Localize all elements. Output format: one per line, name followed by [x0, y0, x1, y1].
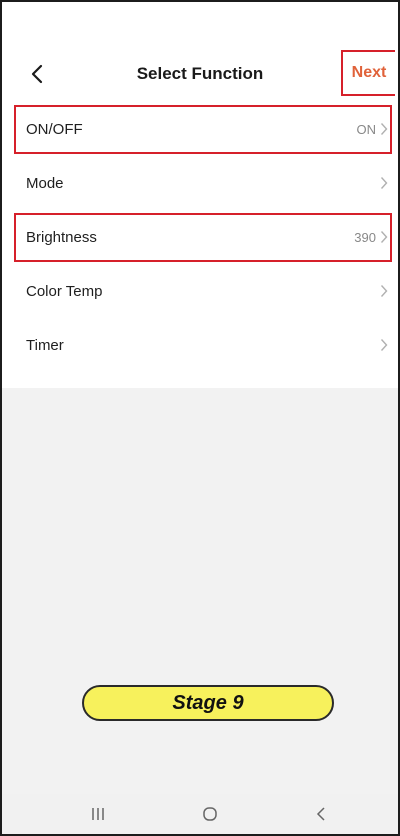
function-row-color-temp[interactable]: Color Temp: [2, 264, 398, 318]
function-label: Timer: [26, 336, 64, 354]
function-value: ON: [356, 121, 377, 137]
chevron-right-icon: [380, 177, 388, 189]
status-bar-area: [2, 2, 398, 46]
function-row-on-off[interactable]: ON/OFF ON: [2, 102, 398, 156]
chevron-right-icon: [380, 123, 388, 135]
function-label: ON/OFF: [26, 120, 83, 138]
next-button[interactable]: Next: [341, 50, 395, 96]
function-value: 390: [354, 229, 376, 245]
app-header: Select Function Next: [2, 46, 398, 102]
nav-back-button[interactable]: [301, 802, 341, 826]
back-icon: [316, 807, 325, 821]
list-bottom-padding: [2, 372, 398, 388]
chevron-right-icon: [380, 231, 388, 243]
chevron-right-icon: [380, 339, 388, 351]
function-row-brightness[interactable]: Brightness 390: [2, 210, 398, 264]
home-icon: [203, 807, 217, 821]
function-row-mode[interactable]: Mode: [2, 156, 398, 210]
nav-home-button[interactable]: [190, 802, 230, 826]
stage-badge: Stage 9: [82, 685, 334, 721]
function-row-timer[interactable]: Timer: [2, 318, 398, 372]
function-label: Mode: [26, 174, 64, 192]
function-list: ON/OFF ON Mode Brightness 390 Color Temp…: [2, 102, 398, 388]
system-nav-bar: [2, 794, 398, 834]
function-label: Brightness: [26, 228, 97, 246]
chevron-right-icon: [380, 285, 388, 297]
page-title: Select Function: [136, 64, 264, 83]
function-label: Color Temp: [26, 282, 103, 300]
nav-recents-button[interactable]: [78, 802, 118, 826]
recents-icon: [92, 808, 104, 820]
phone-screen: Select Function Next ON/OFF ON Mode Brig…: [0, 0, 400, 836]
